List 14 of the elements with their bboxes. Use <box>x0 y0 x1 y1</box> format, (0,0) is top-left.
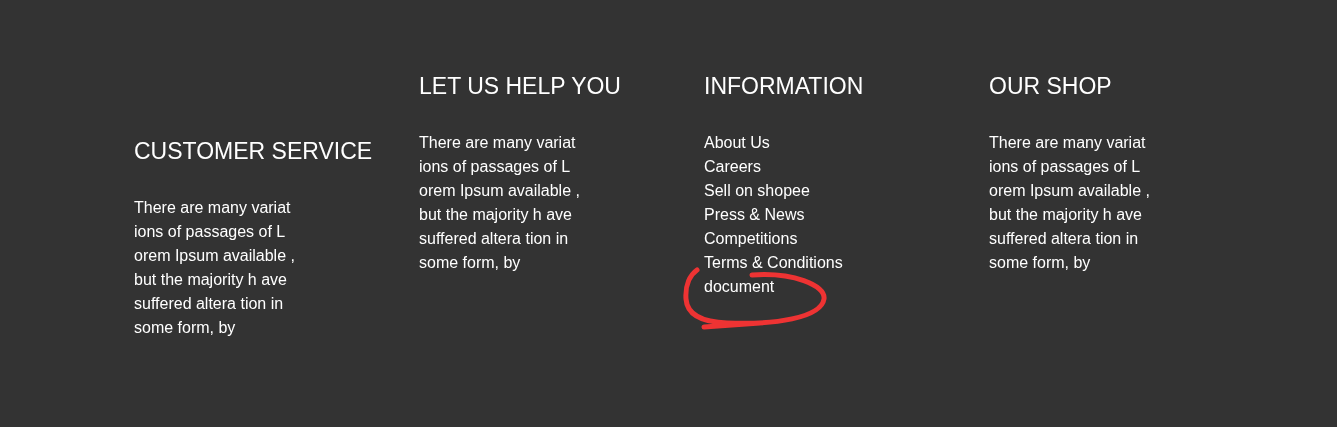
footer-link[interactable]: Press & News <box>704 206 805 223</box>
column-heading: CUSTOMER SERVICE <box>134 137 374 165</box>
column-heading: INFORMATION <box>704 72 865 100</box>
column-heading: LET US HELP YOU <box>419 72 622 100</box>
footer-link[interactable]: Careers <box>704 158 761 175</box>
footer-paragraph: There are many variat ions of passages of L orem Ipsum available , but the majority h ave suffered altera tion in some form, by <box>989 133 1151 273</box>
footer-link[interactable]: About Us <box>704 134 770 151</box>
footer-link[interactable]: document <box>704 278 775 295</box>
footer-link[interactable]: Sell on shopee <box>704 182 810 199</box>
footer-paragraph: There are many variat ions of passages of L orem Ipsum available , but the majority h ave suffered altera tion in some form, by <box>419 133 581 273</box>
footer-link[interactable]: Competitions <box>704 230 798 247</box>
column-heading: OUR SHOP <box>989 72 1113 100</box>
footer-link[interactable]: Terms & Conditions <box>704 254 843 271</box>
footer-paragraph: There are many variat ions of passages of L orem Ipsum available , but the majority h ave suffered altera tion in some form, by <box>134 198 296 338</box>
